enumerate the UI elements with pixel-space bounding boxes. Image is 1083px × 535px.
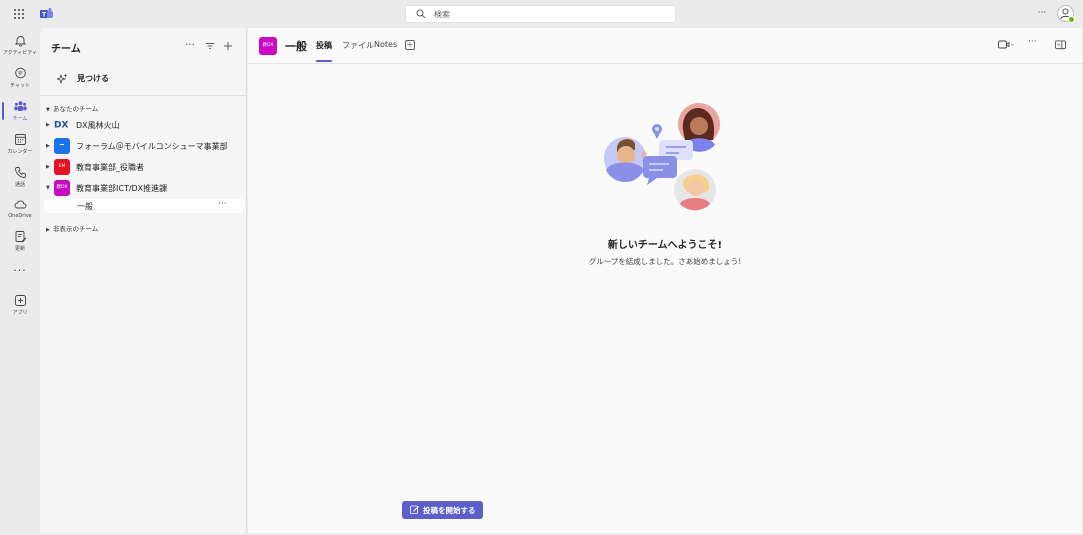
rail-label: チーム	[12, 116, 28, 122]
compose-icon	[410, 505, 419, 514]
pane-more-button[interactable]: ···	[184, 40, 196, 52]
tab-files[interactable]: ファイル	[342, 40, 374, 51]
phone-icon	[14, 167, 26, 178]
section-label: あなたのチーム	[53, 105, 99, 113]
meet-button[interactable]	[998, 40, 1016, 53]
bell-icon	[14, 36, 26, 47]
channel-team-avatar: 教DX	[259, 37, 277, 55]
pane-title: チーム	[51, 44, 81, 55]
team-name: フォーラム＠モバイルコンシューマ事業部	[76, 142, 228, 151]
rail-item-calls[interactable]: 通話	[0, 162, 40, 192]
tab-posts[interactable]: 投稿	[316, 40, 332, 51]
channel-name: 一般	[77, 202, 93, 211]
start-post-label: 投稿を開始する	[423, 506, 476, 515]
teams-logo-icon: T	[40, 8, 53, 19]
search-input[interactable]	[434, 8, 664, 20]
header-more-button[interactable]: ···	[1028, 37, 1037, 47]
new-team-button[interactable]	[222, 40, 234, 52]
welcome-illustration	[604, 103, 720, 211]
video-camera-icon	[998, 40, 1015, 49]
team-item[interactable]: ▼ 教DX 教育事業部ICT/DX推進課	[46, 180, 241, 198]
channel-main-area: 教DX 一般 投稿 ファイル Notes + ··· 新しいチームへようこそ! …	[248, 28, 1082, 533]
team-avatar: 教DX	[54, 180, 70, 196]
settings-more-button[interactable]: ···	[1035, 7, 1049, 19]
active-tab-indicator	[316, 60, 332, 62]
section-hidden-teams[interactable]: ▶ 非表示のチーム	[46, 223, 98, 233]
channel-title: 一般	[285, 40, 307, 53]
discover-label: 見つける	[77, 74, 109, 83]
rail-label: アプリ	[12, 310, 28, 316]
cloud-icon	[14, 200, 26, 209]
rail-item-activity[interactable]: アクティビティ	[0, 30, 40, 60]
start-post-button[interactable]: 投稿を開始する	[402, 501, 483, 519]
channel-more-button[interactable]: ···	[218, 199, 227, 209]
team-name: 教育事業部ICT/DX推進課	[76, 184, 168, 193]
filter-icon	[205, 43, 215, 49]
divider	[40, 95, 246, 96]
rail-label: アクティビティ	[2, 50, 38, 56]
pane-toolbar: ···	[184, 40, 240, 52]
rail-item-teams[interactable]: チーム	[0, 96, 40, 126]
section-label: 非表示のチーム	[53, 225, 99, 233]
rail-label: 更新	[14, 246, 25, 252]
rail-item-calendar[interactable]: カレンダー	[0, 129, 40, 159]
section-your-teams[interactable]: ▼ あなたのチーム	[46, 103, 98, 113]
app-launcher-icon[interactable]	[14, 9, 25, 20]
add-app-icon	[14, 295, 26, 306]
tab-notes[interactable]: Notes	[374, 40, 397, 49]
team-item[interactable]: ▶ EM 教育事業部_役職者	[46, 159, 241, 177]
rail-label: 通話	[14, 182, 25, 188]
team-name: DX風林火山	[76, 121, 120, 130]
search-icon	[416, 9, 426, 19]
caret-right-icon: ▶	[46, 227, 50, 233]
rail-item-apps[interactable]: アプリ	[0, 290, 40, 320]
channel-header: 教DX 一般 投稿 ファイル Notes + ···	[248, 28, 1082, 64]
teams-icon	[13, 101, 27, 111]
channel-item-general[interactable]: 一般 ···	[44, 199, 244, 213]
presence-badge	[1068, 16, 1075, 23]
team-avatar-dx-logo-icon: DX	[54, 121, 68, 130]
avatar[interactable]	[1057, 5, 1075, 23]
rail-label: カレンダー	[7, 149, 33, 155]
team-avatar-text: DX	[54, 121, 68, 130]
rail-item-chat[interactable]: チャット	[0, 63, 40, 93]
team-avatar	[54, 138, 70, 154]
rail-label: OneDrive	[8, 213, 32, 219]
team-item[interactable]: ▶ フォーラム＠モバイルコンシューマ事業部	[46, 138, 241, 156]
team-name: 教育事業部_役職者	[76, 163, 144, 172]
add-tab-button[interactable]: +	[405, 40, 415, 50]
title-bar: T ···	[0, 0, 1083, 28]
teams-list-pane: チーム ··· 見つける ▼ あなたのチーム ▶ DX DX風林火山 ▶ フォー…	[40, 28, 247, 533]
rail-item-updates[interactable]: 更新	[0, 226, 40, 256]
caret-down-icon: ▼	[46, 107, 50, 113]
sparkle-icon	[57, 73, 68, 84]
rail-item-onedrive[interactable]: OneDrive	[0, 194, 40, 224]
rail-label: チャット	[10, 83, 30, 89]
more-apps-button[interactable]: ···	[0, 264, 40, 277]
welcome-subtitle: グループを結成しました。さあ始めましょう!	[588, 257, 742, 266]
calendar-icon	[14, 134, 26, 145]
plus-icon	[223, 41, 233, 51]
caret-right-icon: ▶	[46, 122, 50, 128]
panel-icon	[1055, 40, 1066, 50]
team-item[interactable]: ▶ DX DX風林火山	[46, 117, 241, 135]
chat-icon	[14, 67, 26, 79]
team-avatar: EM	[54, 159, 70, 175]
caret-right-icon: ▶	[46, 164, 50, 170]
channel-info-button[interactable]	[1055, 40, 1066, 53]
filter-button[interactable]	[204, 40, 216, 52]
search-box[interactable]	[405, 5, 676, 23]
caret-down-icon: ▼	[46, 185, 50, 191]
caret-right-icon: ▶	[46, 143, 50, 149]
welcome-title: 新しいチームへようこそ!	[607, 240, 723, 251]
update-icon	[15, 231, 26, 242]
app-rail: アクティビティ チャット チーム カレンダー 通話 OneDrive 更新 ··…	[0, 28, 40, 535]
